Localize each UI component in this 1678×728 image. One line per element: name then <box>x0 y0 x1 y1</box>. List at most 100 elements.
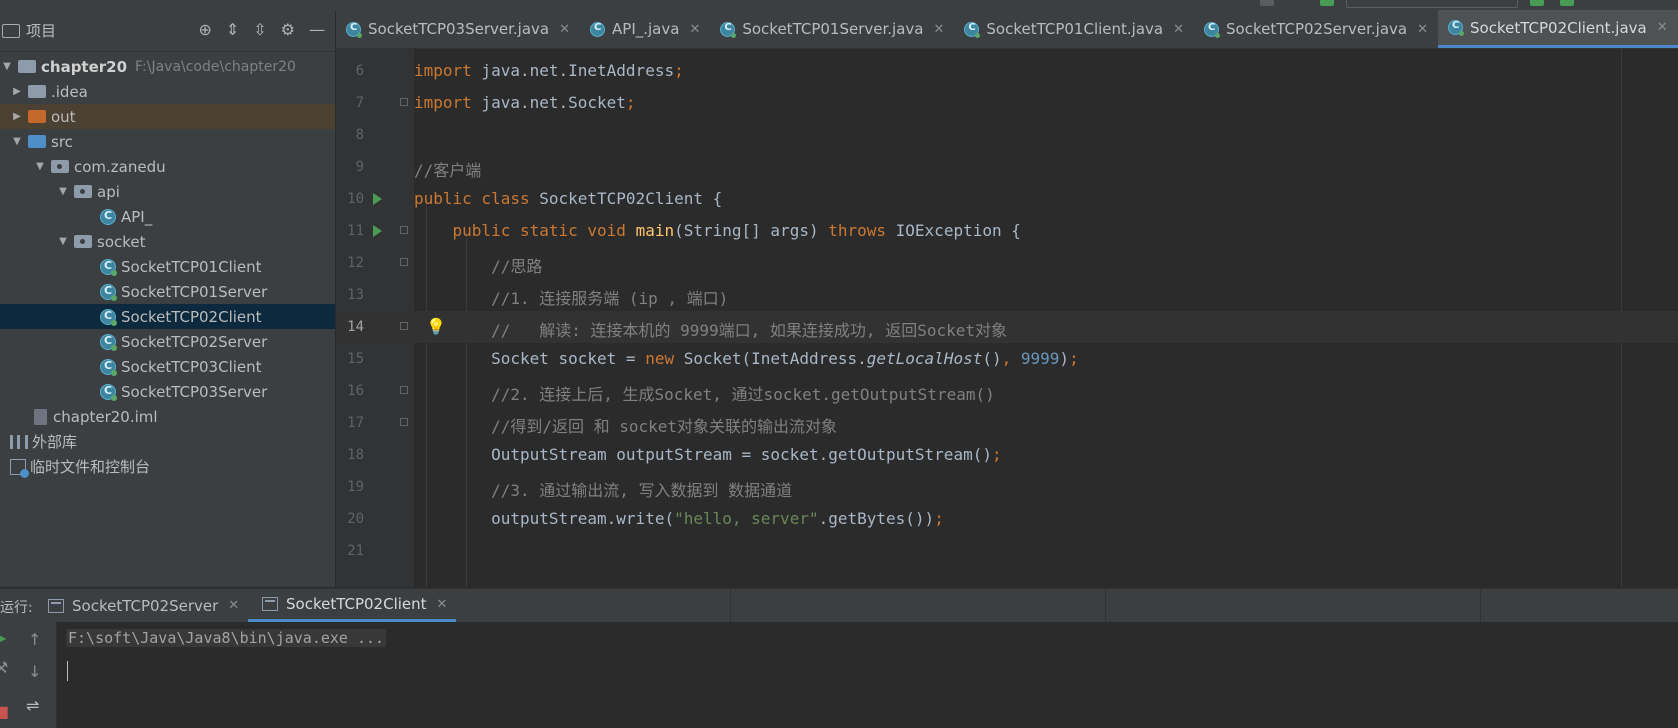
chevron-down-icon[interactable]: ▼ <box>10 136 24 147</box>
line-number: 9 <box>355 159 364 175</box>
code-line: 7 import java.net.Socket; <box>336 87 1678 119</box>
tree-item-label: chapter20.iml <box>53 407 158 426</box>
fold-icon[interactable] <box>400 258 408 266</box>
runnable-class-icon <box>100 283 117 301</box>
chevron-down-icon[interactable]: ▼ <box>56 236 70 247</box>
tree-item-label: SocketTCP02Client <box>121 307 262 326</box>
library-icon <box>10 434 28 449</box>
tree-item-sockettcp02server[interactable]: SocketTCP02Server <box>0 329 335 354</box>
run-panel-header: 运行: SocketTCP02Server ✕ SocketTCP02Clien… <box>0 588 1678 623</box>
tree-item-iml[interactable]: chapter20.iml <box>0 404 335 429</box>
tab-label: SocketTCP02Client.java <box>1470 18 1647 37</box>
class-icon <box>590 21 606 37</box>
run-config-selector[interactable] <box>1346 0 1518 8</box>
fold-icon[interactable] <box>400 418 408 426</box>
fold-icon[interactable] <box>400 98 408 106</box>
run-gutter-icon[interactable] <box>373 193 382 205</box>
tree-item-scratches[interactable]: 临时文件和控制台 <box>0 454 335 479</box>
run-tab-sockettcp02client[interactable]: SocketTCP02Client ✕ <box>248 589 456 622</box>
tree-item-label: socket <box>97 232 146 251</box>
tree-item-label: SocketTCP02Server <box>121 332 268 351</box>
wrench-icon[interactable]: ⚒ <box>0 658 8 677</box>
gear-icon[interactable]: ⚙ <box>281 20 295 39</box>
arrow-up-icon[interactable]: ↑ <box>28 630 41 649</box>
project-panel-title[interactable]: 项目 <box>26 20 56 41</box>
locate-icon[interactable]: ⊕ <box>198 20 211 39</box>
divider <box>1105 589 1106 622</box>
arrow-down-icon[interactable]: ↓ <box>28 662 41 681</box>
run-tab-label: SocketTCP02Client <box>286 595 427 613</box>
code-line: 13 //1. 连接服务端 (ip , 端口) <box>336 279 1678 311</box>
tree-item-sockettcp02client[interactable]: SocketTCP02Client <box>0 304 335 329</box>
chevron-right-icon[interactable]: ▶ <box>10 86 24 97</box>
tree-item-out[interactable]: ▶ out <box>0 104 335 129</box>
chevron-down-icon[interactable]: ▼ <box>33 161 47 172</box>
fold-icon[interactable] <box>400 386 408 394</box>
console-icon <box>48 598 64 613</box>
console-output-line: F:\soft\Java\Java8\bin\java.exe ... <box>66 629 387 647</box>
tab-sockettcp03server[interactable]: SocketTCP03Server.java ✕ <box>336 10 580 48</box>
runnable-class-icon <box>100 308 117 326</box>
tree-item-chapter20[interactable]: ▼ chapter20 F:\Java\code\chapter20 <box>0 54 335 79</box>
tree-item-sockettcp01server[interactable]: SocketTCP01Server <box>0 279 335 304</box>
expand-all-icon[interactable]: ⇕ <box>226 20 239 39</box>
code-line: 6 import java.net.InetAddress; <box>336 55 1678 87</box>
soft-wrap-icon[interactable]: ⇌ <box>26 696 39 715</box>
debug-icon[interactable] <box>1560 0 1574 6</box>
close-icon[interactable]: ✕ <box>933 22 944 37</box>
hide-icon[interactable]: — <box>309 20 325 39</box>
tab-sockettcp02client[interactable]: SocketTCP02Client.java ✕ <box>1438 10 1678 48</box>
chevron-down-icon[interactable]: ▼ <box>0 61 14 72</box>
line-number: 15 <box>347 351 364 367</box>
chevron-down-icon[interactable]: ▼ <box>56 186 70 197</box>
rerun-icon[interactable]: ▶ <box>0 628 6 647</box>
close-icon[interactable]: ✕ <box>437 597 448 612</box>
runnable-class-icon <box>720 21 737 38</box>
tree-item-api-class[interactable]: API_ <box>0 204 335 229</box>
run-config-icon[interactable] <box>1320 0 1334 6</box>
tree-item-socket[interactable]: ▼ socket <box>0 229 335 254</box>
tree-item-sockettcp03server[interactable]: SocketTCP03Server <box>0 379 335 404</box>
code-editor[interactable]: 6 import java.net.InetAddress; 7 import … <box>336 49 1678 587</box>
close-icon[interactable]: ✕ <box>1417 22 1428 37</box>
tree-item-label: .idea <box>51 82 88 101</box>
tree-item-src[interactable]: ▼ src <box>0 129 335 154</box>
code-line: 19 //3. 通过输出流, 写入数据到 数据通道 <box>336 471 1678 503</box>
close-icon[interactable]: ✕ <box>559 22 570 37</box>
line-number: 20 <box>347 511 364 527</box>
line-number: 11 <box>347 223 364 239</box>
run-icon[interactable] <box>1530 0 1544 6</box>
close-icon[interactable]: ✕ <box>228 598 239 613</box>
editor-tabs: SocketTCP03Server.java ✕ API_.java ✕ Soc… <box>336 10 1678 49</box>
tree-item-label: api <box>97 182 120 201</box>
code-line: 9 //客户端 <box>336 151 1678 183</box>
close-icon[interactable]: ✕ <box>689 22 700 37</box>
runnable-class-icon <box>1448 20 1465 36</box>
line-number: 16 <box>347 383 364 399</box>
close-icon[interactable]: ✕ <box>1173 22 1184 37</box>
tree-item-sockettcp03client[interactable]: SocketTCP03Client <box>0 354 335 379</box>
tab-sockettcp02server[interactable]: SocketTCP02Server.java ✕ <box>1194 10 1438 48</box>
tab-sockettcp01server[interactable]: SocketTCP01Server.java ✕ <box>710 10 954 48</box>
tab-api[interactable]: API_.java ✕ <box>580 10 710 48</box>
run-gutter-icon[interactable] <box>373 225 382 237</box>
tree-item-com-zanedu[interactable]: ▼ com.zanedu <box>0 154 335 179</box>
tree-item-idea[interactable]: ▶ .idea <box>0 79 335 104</box>
code-line: 15 Socket socket = new Socket(InetAddres… <box>336 343 1678 375</box>
close-icon[interactable]: ✕ <box>1657 20 1668 35</box>
fold-icon[interactable] <box>400 226 408 234</box>
tab-label: SocketTCP02Server.java <box>1226 20 1408 38</box>
tree-item-api[interactable]: ▼ api <box>0 179 335 204</box>
tree-item-sockettcp01client[interactable]: SocketTCP01Client <box>0 254 335 279</box>
toolbar-icon[interactable] <box>1260 0 1274 6</box>
run-tab-sockettcp02server[interactable]: SocketTCP02Server ✕ <box>48 589 239 622</box>
collapse-all-icon[interactable]: ⇳ <box>253 20 266 39</box>
tab-sockettcp01client[interactable]: SocketTCP01Client.java ✕ <box>954 10 1194 48</box>
line-number: 18 <box>347 447 364 463</box>
code-line: 8 <box>336 119 1678 151</box>
chevron-right-icon[interactable]: ▶ <box>10 111 24 122</box>
code-line: 12 //思路 <box>336 247 1678 279</box>
stop-icon[interactable]: ■ <box>0 702 9 721</box>
tree-item-external-libraries[interactable]: 外部库 <box>0 429 335 454</box>
fold-icon[interactable] <box>400 322 408 330</box>
